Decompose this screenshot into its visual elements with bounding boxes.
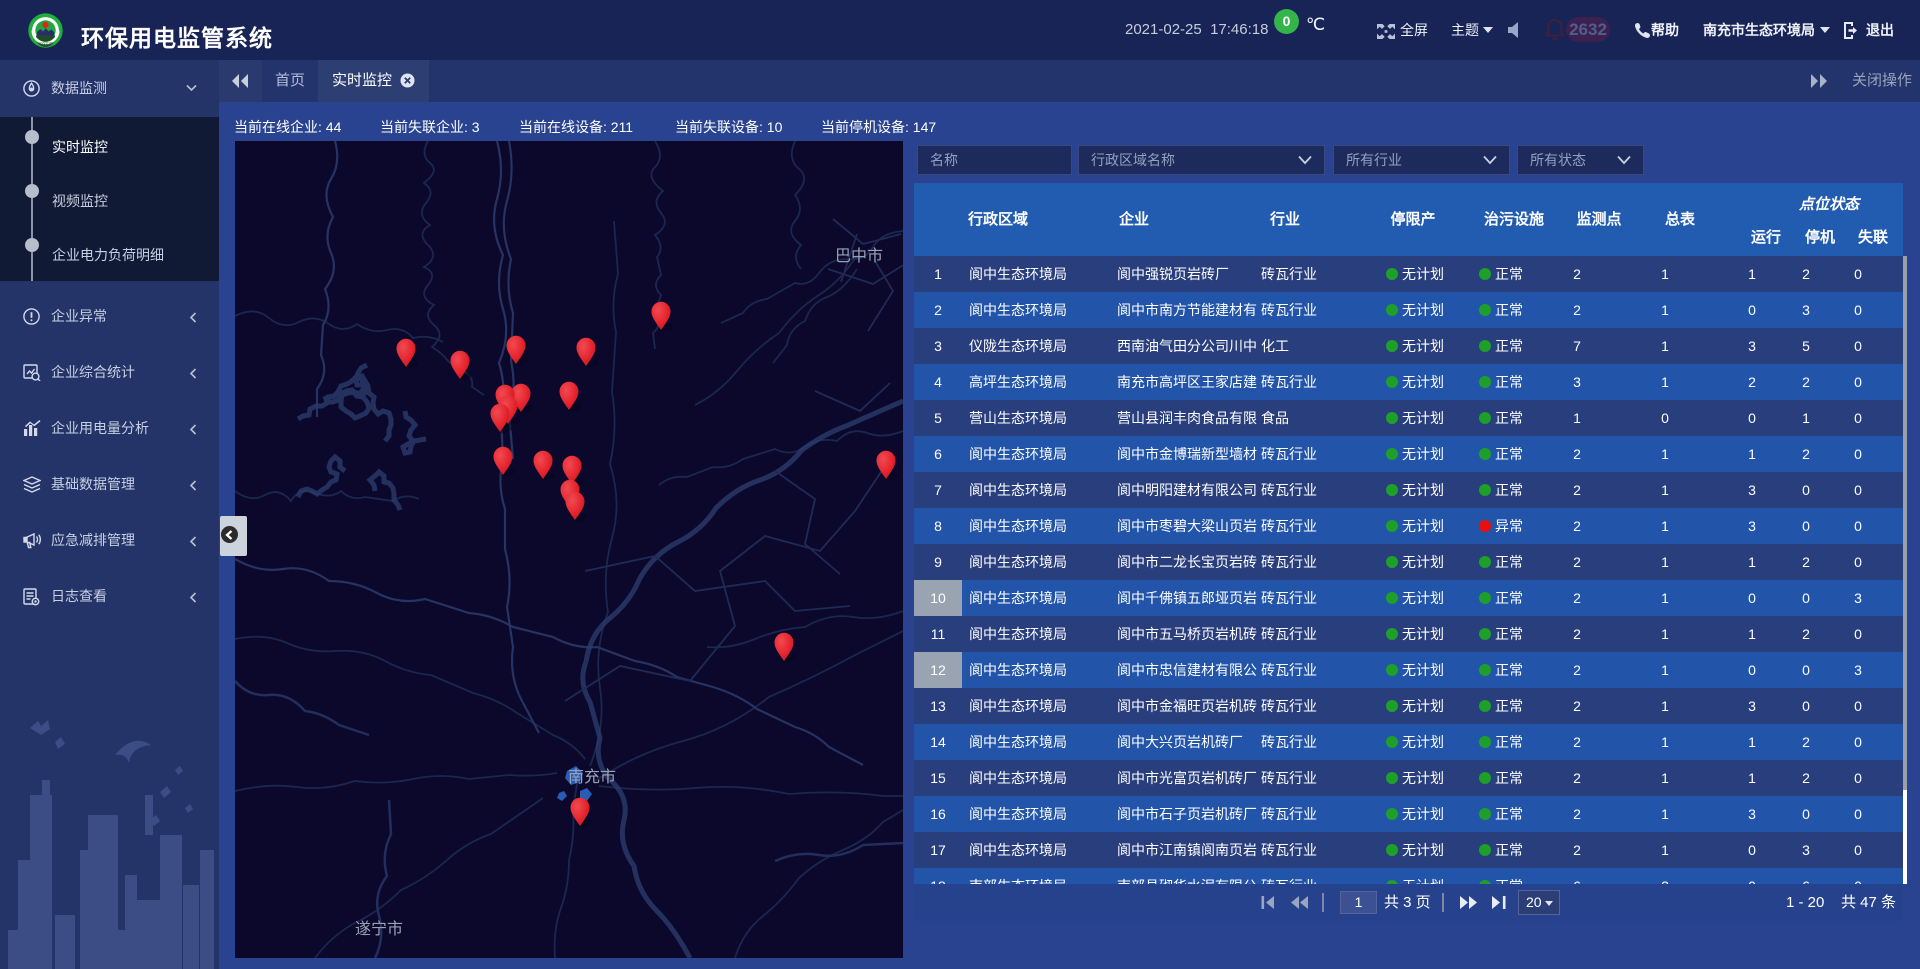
svg-text:南充市: 南充市 — [568, 768, 616, 786]
svg-text:巴中市: 巴中市 — [835, 247, 883, 265]
svg-text:遂宁市: 遂宁市 — [355, 920, 403, 938]
svg-text:环保监测: 环保监测 — [39, 41, 53, 46]
